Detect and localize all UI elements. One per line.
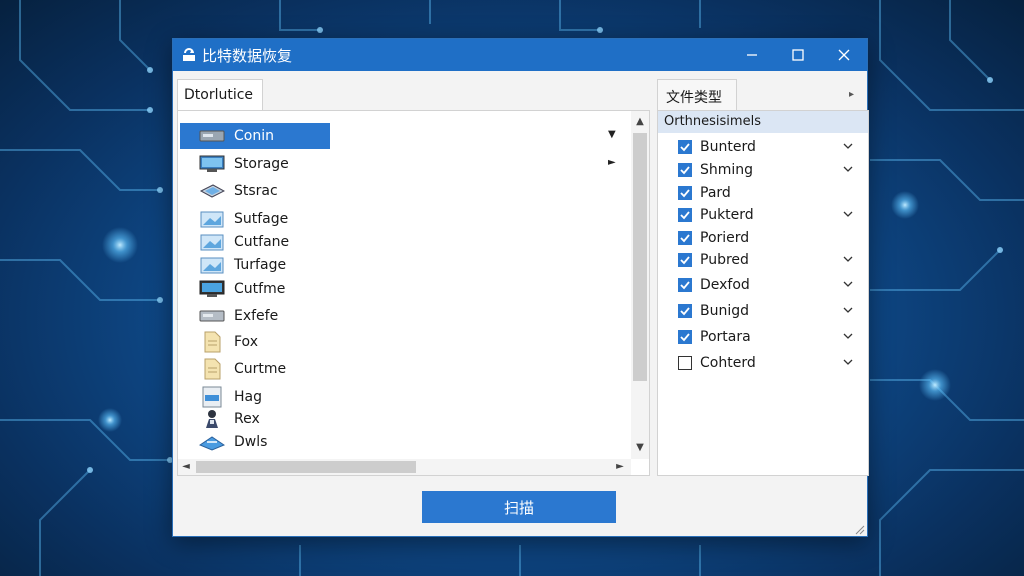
check-icon: [680, 211, 690, 220]
image-folder-icon: [198, 255, 226, 275]
checkbox[interactable]: [678, 208, 692, 222]
close-icon: [838, 49, 850, 61]
check-icon: [680, 256, 690, 265]
chevron-down-icon[interactable]: [842, 304, 854, 316]
check-icon: [680, 281, 690, 290]
file-type-row[interactable]: Bunterd: [658, 136, 868, 158]
expand-arrow-icon[interactable]: ►: [608, 157, 616, 168]
file-type-row[interactable]: Dexfod: [658, 274, 868, 296]
scan-button[interactable]: 扫描: [422, 491, 616, 523]
expand-arrow-icon[interactable]: ▼: [608, 129, 616, 140]
resize-grip-icon[interactable]: [853, 523, 865, 535]
title-bar[interactable]: 比特数据恢复: [173, 39, 867, 71]
maximize-icon: [792, 49, 804, 61]
close-button[interactable]: [821, 39, 867, 71]
horizontal-scrollbar[interactable]: ◄ ►: [178, 459, 631, 475]
window-title: 比特数据恢复: [202, 46, 293, 65]
chevron-down-icon[interactable]: [842, 278, 854, 290]
tab-directories[interactable]: Dtorlutice: [177, 79, 263, 110]
monitor-icon: [198, 154, 226, 174]
network-drive-icon: [198, 432, 226, 452]
person-icon: [198, 409, 226, 429]
checkbox[interactable]: [678, 278, 692, 292]
check-icon: [680, 234, 690, 243]
image-folder-icon: [198, 232, 226, 252]
horizontal-scroll-thumb[interactable]: [196, 461, 416, 473]
scroll-up-icon[interactable]: ▲: [631, 113, 649, 131]
scroll-right-icon[interactable]: ►: [612, 459, 628, 475]
checkbox[interactable]: [678, 356, 692, 370]
file-type-row[interactable]: Pard: [658, 182, 868, 204]
file-type-row[interactable]: Pukterd: [658, 204, 868, 226]
checkbox[interactable]: [678, 163, 692, 177]
file-type-row[interactable]: Porierd: [658, 227, 868, 249]
minimize-button[interactable]: [729, 39, 775, 71]
scroll-left-icon[interactable]: ◄: [178, 459, 194, 475]
list-item[interactable]: Fox: [180, 329, 258, 355]
checkbox[interactable]: [678, 304, 692, 318]
document-icon: [198, 358, 226, 380]
chevron-down-icon[interactable]: [842, 208, 854, 220]
check-icon: [680, 333, 690, 342]
file-type-row[interactable]: Pubred: [658, 249, 868, 271]
file-type-row[interactable]: Portara: [658, 326, 868, 348]
file-type-row[interactable]: Bunigd: [658, 300, 868, 322]
file-type-row[interactable]: Shming: [658, 159, 868, 181]
directory-list: Conin ▼ Storage ► Stsrac Sutfage Cutfane…: [178, 111, 631, 459]
list-item[interactable]: Exfefe: [180, 303, 278, 329]
drive-icon: [198, 126, 226, 146]
list-item[interactable]: Conin: [180, 123, 330, 149]
maximize-button[interactable]: [775, 39, 821, 71]
document-icon: [198, 331, 226, 353]
image-folder-icon: [198, 209, 226, 229]
file-type-row[interactable]: Cohterd: [658, 352, 868, 374]
check-icon: [680, 166, 690, 175]
list-item[interactable]: Storage: [180, 151, 289, 177]
chevron-down-icon[interactable]: [842, 140, 854, 152]
chevron-down-icon[interactable]: [842, 330, 854, 342]
checkbox[interactable]: [678, 330, 692, 344]
list-item[interactable]: Turfage: [180, 252, 286, 278]
minimize-icon: [747, 54, 757, 56]
scroll-down-icon[interactable]: ▼: [631, 439, 649, 457]
refresh-drive-icon: [180, 46, 198, 64]
checkbox[interactable]: [678, 231, 692, 245]
vertical-scrollbar[interactable]: ▲ ▼: [631, 111, 649, 459]
drive-icon: [198, 306, 226, 326]
list-item[interactable]: Dwls: [180, 429, 267, 455]
list-item[interactable]: Curtme: [180, 356, 286, 382]
file-type-pane: Orthnesisimels Bunterd Shming Pard Pukte…: [657, 110, 869, 476]
check-icon: [680, 189, 690, 198]
directory-pane: Conin ▼ Storage ► Stsrac Sutfage Cutfane…: [177, 110, 650, 476]
list-item[interactable]: Cutfme: [180, 276, 285, 302]
checkbox[interactable]: [678, 253, 692, 267]
file-type-group-header[interactable]: Orthnesisimels: [658, 111, 868, 133]
checkbox[interactable]: [678, 186, 692, 200]
monitor-icon: [198, 279, 226, 299]
chevron-down-icon[interactable]: [842, 356, 854, 368]
recovery-window: 比特数据恢复 Dtorlutice Conin ▼ Storage ► Stsr…: [172, 38, 869, 537]
disk-icon: [198, 181, 226, 201]
tab-file-types[interactable]: 文件类型: [657, 79, 737, 110]
checkbox[interactable]: [678, 140, 692, 154]
check-icon: [680, 143, 690, 152]
chevron-down-icon[interactable]: [842, 163, 854, 175]
vertical-scroll-thumb[interactable]: [633, 133, 647, 381]
image-file-icon: [198, 386, 226, 408]
check-icon: [680, 307, 690, 316]
chevron-down-icon[interactable]: [842, 253, 854, 265]
list-item[interactable]: Stsrac: [180, 178, 278, 204]
pin-icon[interactable]: ▸: [849, 89, 854, 100]
